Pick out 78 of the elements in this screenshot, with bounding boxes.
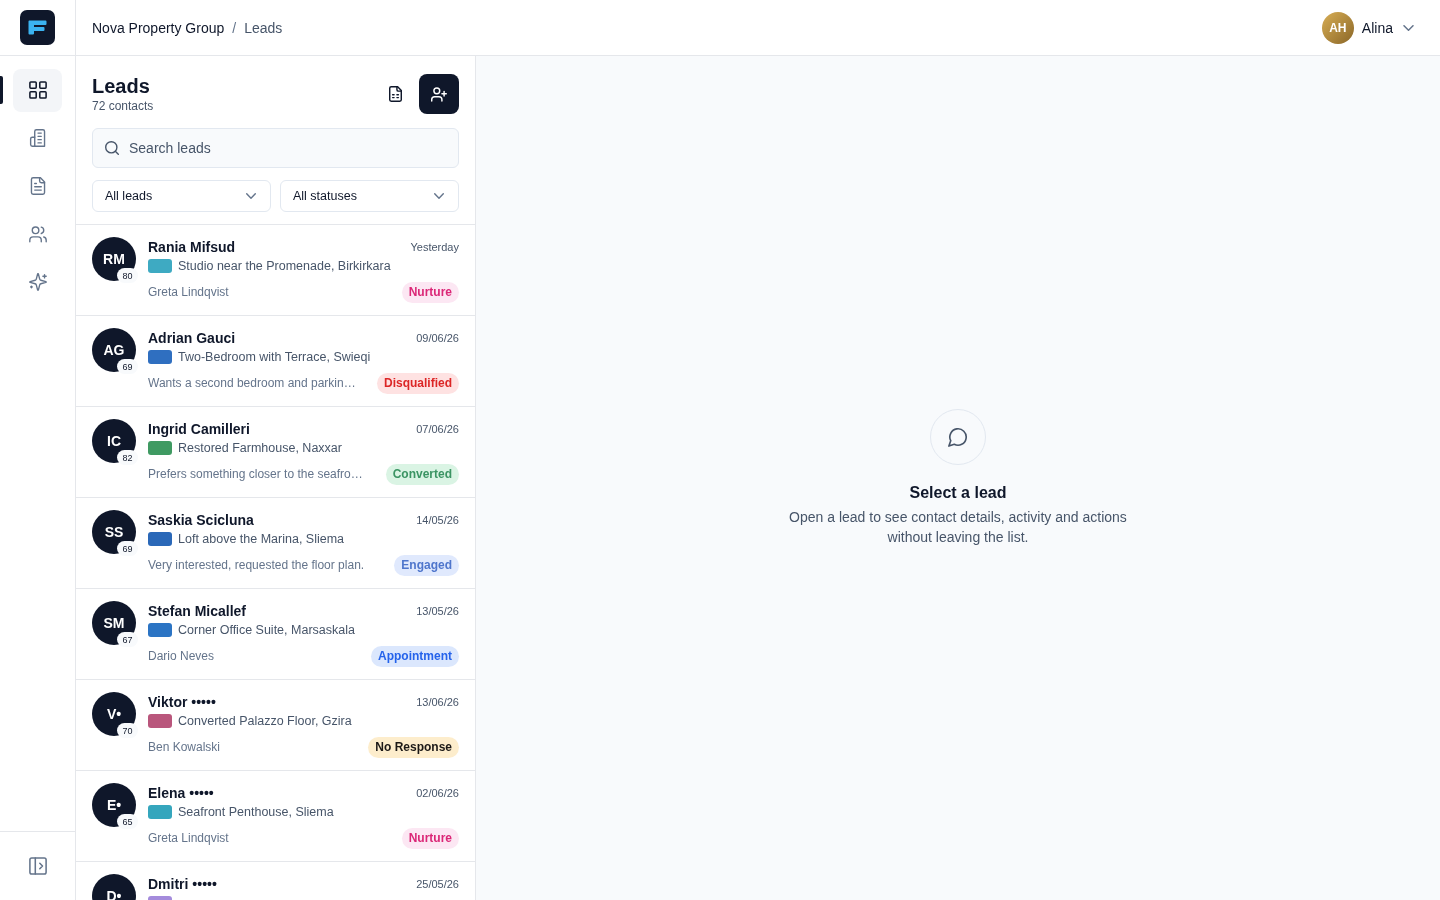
user-plus-icon — [431, 86, 447, 102]
chevron-down-icon — [246, 193, 256, 199]
panel-toggle-icon — [28, 857, 47, 875]
lead-list-item[interactable]: IC 82 Ingrid Camilleri 07/06/26 Restored Farmhouse, Naxxar Prefers something closer to the seafro… Converted — [76, 407, 475, 498]
document-icon — [28, 177, 47, 195]
lead-list-item[interactable]: SS 69 Saskia Scicluna 14/05/26 Loft above the Marina, Sliema Very interested, requested the floor plan. Engaged — [76, 498, 475, 589]
lead-date: 13/05/26 — [416, 605, 459, 617]
building-icon — [28, 129, 47, 147]
property-title: Restored Farmhouse, Naxxar — [178, 441, 342, 455]
chevron-down-icon — [434, 193, 444, 199]
filter-dropdown[interactable]: All statuses — [280, 180, 459, 212]
lead-list-item[interactable]: V• 70 Viktor ••••• 13/06/26 Converted Palazzo Floor, Gzira Ben Kowalski No Response — [76, 680, 475, 771]
breadcrumb-separator: / — [232, 19, 237, 36]
property-title: Studio near the Promenade, Birkirkara — [178, 259, 391, 273]
score-badge: 65 — [117, 814, 138, 829]
property-title: Two-Bedroom with Terrace, Swieqi — [178, 350, 371, 364]
empty-state-text: Open a lead to see contact details, activity and actions without leaving the list. — [788, 508, 1128, 547]
lead-note: Prefers something closer to the seafro… — [148, 467, 363, 481]
property-title: Loft above the Marina, Sliema — [178, 532, 345, 546]
lead-date: 25/05/26 — [416, 878, 459, 890]
grid-icon — [28, 81, 47, 99]
lead-name: Saskia Scicluna — [148, 512, 254, 528]
add-contact-button[interactable] — [419, 74, 459, 114]
search-icon — [105, 141, 119, 155]
lead-list-item[interactable]: RM 80 Rania Mifsud Yesterday Studio near the Promenade, Birkirkara Greta Lindqvist Nurture — [76, 225, 475, 316]
sparkles-icon — [28, 273, 47, 291]
empty-state-title: Select a lead — [909, 483, 1007, 503]
status-tag: No Response — [368, 736, 459, 758]
lead-note: Very interested, requested the floor plan. — [148, 558, 365, 572]
lead-list-item[interactable]: SM 67 Stefan Micallef 13/05/26 Corner Office Suite, Marsaskala Dario Neves Appointment — [76, 589, 475, 680]
lead-list-item[interactable]: E• 65 Elena ••••• 02/06/26 Seafront Penthouse, Sliema Greta Lindqvist Nurture — [76, 771, 475, 862]
score-badge: 70 — [117, 723, 138, 738]
breadcrumb-link[interactable]: Nova Property Group — [92, 19, 225, 36]
lead-note: Ben Kowalski — [148, 740, 221, 754]
lead-list-item[interactable]: AG 69 Adrian Gauci 09/06/26 Two-Bedroom with Terrace, Swieqi Wants a second bedroom and parkin… Disqualified — [76, 316, 475, 407]
search-field[interactable]: Search leads — [92, 128, 459, 168]
lead-name: Adrian Gauci — [148, 330, 236, 346]
panel-title: Leads — [92, 74, 151, 98]
lead-name: Dmitri ••••• — [148, 876, 217, 892]
score-badge: 80 — [117, 268, 138, 283]
lead-date: 07/06/26 — [416, 423, 459, 435]
lead-date: 02/06/26 — [416, 787, 459, 799]
status-tag: Nurture — [401, 281, 459, 303]
filter-dropdown[interactable]: All leads — [92, 180, 271, 212]
users-icon — [28, 225, 47, 243]
logo-icon[interactable] — [20, 10, 55, 45]
lead-note: Wants a second bedroom and parkin… — [148, 376, 356, 390]
lead-date: Yesterday — [410, 241, 459, 253]
lead-name: Ingrid Camilleri — [148, 421, 250, 437]
score-badge: 82 — [117, 450, 138, 465]
score-badge: 69 — [117, 541, 138, 556]
score-badge: 69 — [117, 359, 138, 374]
breadcrumb-current: Leads — [244, 19, 283, 36]
status-tag: Disqualified — [377, 372, 459, 394]
property-title: Seafront Penthouse, Sliema — [178, 805, 334, 819]
chevron-down-icon — [1403, 24, 1414, 31]
lead-date: 09/06/26 — [416, 332, 459, 344]
status-tag: Nurture — [401, 827, 459, 849]
property-title: Converted Palazzo Floor, Gzira — [178, 714, 352, 728]
lead-date: 14/05/26 — [416, 514, 459, 526]
lead-name: Elena ••••• — [148, 785, 214, 801]
lead-date: 13/06/26 — [416, 696, 459, 708]
property-title: Corner Office Suite, Marsaskala — [178, 623, 355, 637]
lead-name: Stefan Micallef — [148, 603, 247, 619]
score-badge: 67 — [117, 632, 138, 647]
status-tag: Appointment — [371, 645, 459, 667]
contact-count: 72 contacts — [92, 98, 154, 114]
status-tag: Engaged — [394, 554, 459, 576]
sidebar-nav-item[interactable] — [13, 68, 62, 112]
lead-name: Viktor ••••• — [148, 694, 216, 710]
lead-name: Rania Mifsud — [148, 239, 236, 255]
chat-bubble-icon — [930, 409, 986, 465]
user-menu-button[interactable]: Alina — [1361, 11, 1414, 44]
lead-note: Greta Lindqvist — [148, 285, 229, 299]
lead-note: Greta Lindqvist — [148, 831, 229, 845]
lead-note: Dario Neves — [148, 649, 215, 663]
spreadsheet-icon — [388, 86, 402, 102]
status-tag: Converted — [385, 463, 459, 485]
